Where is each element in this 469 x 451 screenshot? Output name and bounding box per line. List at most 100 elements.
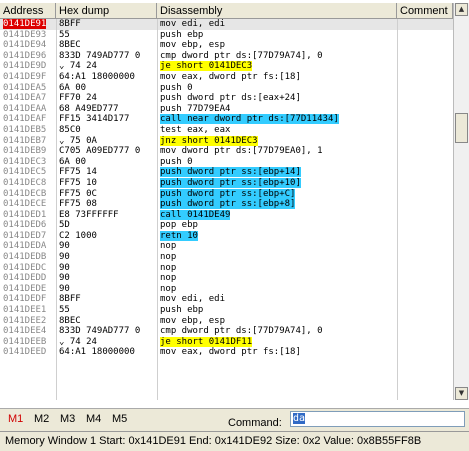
table-row[interactable]: 0141DEDE 90 nop [0,284,453,295]
table-row[interactable]: 0141DEA5 6A 00 push 0 [0,83,453,94]
command-input[interactable]: da [290,411,465,427]
table-row[interactable]: 0141DED7 C2 1000 retn 10 [0,230,453,242]
address-cell: 0141DED7 [3,231,56,242]
disassembly-cell: push ebp [160,305,396,316]
table-row[interactable]: 0141DEE1 55 push ebp [0,305,453,316]
tab-m1[interactable]: M1 [8,413,23,425]
disassembly-cell: push dword ptr ss:[ebp+8] [160,199,396,210]
hex-cell: 5D [59,220,156,231]
address-cell: 0141DEC5 [3,167,56,178]
disassembly-window: Address Hex dump Disassembly Comment 014… [0,0,469,451]
disassembly-cell: mov edi, edi [160,294,396,305]
table-row[interactable]: 0141DEE2 8BEC mov ebp, esp [0,316,453,327]
comment-cell [400,83,453,94]
table-row[interactable]: 0141DECB FF75 0C push dword ptr ss:[ebp+C] [0,188,453,200]
hex-value: FF75 14 [59,167,97,178]
table-row[interactable]: 0141DE91 8BFF mov edi, edi [0,19,453,30]
instruction-text: test eax, eax [160,124,231,135]
vertical-scrollbar[interactable]: ▲ ▼ [453,3,469,400]
address-cell: 0141DEC8 [3,178,56,189]
disassembly-cell: cmp dword ptr ds:[77D79A74], 0 [160,326,396,337]
comment-cell [400,93,453,104]
comment-cell [400,72,453,83]
column-divider [56,19,57,400]
tab-m5[interactable]: M5 [112,413,127,425]
address-value: 0141DEB9 [3,146,47,157]
table-row[interactable]: 0141DEAF FF15 3414D177 call near dword ptr… [0,114,453,125]
comment-cell [400,178,453,189]
table-row[interactable]: 0141DED1 E8 73FFFFFF call 0141DE49 [0,209,453,221]
disassembly-cell: mov dword ptr ds:[77D79EA0], 1 [160,146,396,157]
address-cell: 0141DEE4 [3,326,56,337]
table-row[interactable]: 0141DEA7 FF70 24 push dword ptr ds:[eax+24… [0,93,453,104]
hex-value: 8BEC [59,315,81,326]
table-row[interactable]: 0141DE96 833D 749AD777 0 cmp dword ptr ds:… [0,51,453,62]
table-row[interactable]: 0141DED6 5D pop ebp [0,220,453,231]
tab-m4[interactable]: M4 [86,413,101,425]
address-cell: 0141DE9F [3,72,56,83]
table-row[interactable]: 0141DEE4 833D 749AD777 0 cmp dword ptr ds:… [0,326,453,337]
table-row[interactable]: 0141DE9F 64:A1 18000000 mov eax, dword ptr… [0,72,453,83]
hex-cell: C705 A09ED777 0 [59,146,156,157]
column-header-address[interactable]: Address [0,3,56,19]
hex-cell: FF75 10 [59,178,156,189]
comment-cell [400,61,453,72]
scrollbar-thumb[interactable] [455,113,468,143]
address-value: 0141DEB7 [3,135,47,146]
jump-arrow-icon: ⌄ [59,61,70,72]
table-row[interactable]: 0141DEEB ⌄ 74 24 je short 0141DF11 [0,336,453,348]
table-row[interactable]: 0141DEDC 90 nop [0,263,453,274]
hex-cell: E8 73FFFFFF [59,210,156,221]
table-row[interactable]: 0141DEB9 C705 A09ED777 0 mov dword ptr ds:… [0,146,453,157]
address-value: 0141DE93 [3,29,47,40]
column-header-disassembly[interactable]: Disassembly [157,3,397,19]
address-cell: 0141DEDB [3,252,56,263]
table-row[interactable]: 0141DEDD 90 nop [0,273,453,284]
tab-m2[interactable]: M2 [34,413,49,425]
table-row[interactable]: 0141DEDA 90 nop [0,241,453,252]
hex-value: 90 [59,283,70,294]
disassembly-cell: nop [160,263,396,274]
address-cell: 0141DEC3 [3,157,56,168]
instruction-text: cmp dword ptr ds:[77D79A74], 0 [160,326,323,337]
table-row[interactable]: 0141DEED 64:A1 18000000 mov eax, dword ptr… [0,347,453,358]
disassembly-cell: push ebp [160,30,396,41]
table-row[interactable]: 0141DEB5 85C0 test eax, eax [0,125,453,136]
disassembly-grid[interactable]: 0141DE91 8BFF mov edi, edi 0141DE93 55 push e… [0,19,453,400]
table-row[interactable]: 0141DEB7 ⌄ 75 0A jnz short 0141DEC3 [0,135,453,147]
table-row[interactable]: 0141DECE FF75 08 push dword ptr ss:[ebp+8] [0,199,453,210]
instruction-text: push dword ptr ss:[ebp+14] [160,167,301,178]
comment-cell [400,199,453,210]
hex-value: 90 [59,252,70,263]
instruction-text: mov dword ptr ds:[77D79EA0], 1 [160,146,323,157]
hex-value: 64:A1 18000000 [59,347,135,358]
table-row[interactable]: 0141DE93 55 push ebp [0,30,453,41]
address-value: 0141DED6 [3,220,47,231]
hex-cell: 68 A49ED777 [59,104,156,115]
table-row[interactable]: 0141DEC3 6A 00 push 0 [0,157,453,168]
table-row[interactable]: 0141DEAA 68 A49ED777 push 77D79EA4 [0,104,453,115]
tab-m3[interactable]: M3 [60,413,75,425]
instruction-text: push 0 [160,156,193,167]
disassembly-cell: nop [160,241,396,252]
address-cell: 0141DEA7 [3,93,56,104]
instruction-text: nop [160,241,177,252]
address-cell: 0141DEB7 [3,136,56,147]
table-row[interactable]: 0141DEDF 8BFF mov edi, edi [0,294,453,305]
scroll-down-icon[interactable]: ▼ [455,387,468,400]
table-row[interactable]: 0141DEC8 FF75 10 push dword ptr ss:[ebp+10… [0,177,453,189]
address-value: 0141DEA5 [3,82,47,93]
comment-cell [400,347,453,358]
table-row[interactable]: 0141DEDB 90 nop [0,252,453,263]
table-row[interactable]: 0141DE9D ⌄ 74 24 je short 0141DEC3 [0,61,453,72]
scroll-up-icon[interactable]: ▲ [455,3,468,16]
table-row[interactable]: 0141DE94 8BEC mov ebp, esp [0,40,453,51]
column-header-comment[interactable]: Comment [397,3,453,19]
table-row[interactable]: 0141DEC5 FF75 14 push dword ptr ss:[ebp+14… [0,167,453,178]
column-header-hex-dump[interactable]: Hex dump [56,3,157,19]
instruction-text: jnz short 0141DEC3 [160,135,258,146]
hex-value: FF15 3414D177 [59,114,130,125]
command-bar: M1 M2 M3 M4 M5 Command: da [0,408,469,431]
hex-cell: 55 [59,30,156,41]
comment-cell [400,210,453,221]
